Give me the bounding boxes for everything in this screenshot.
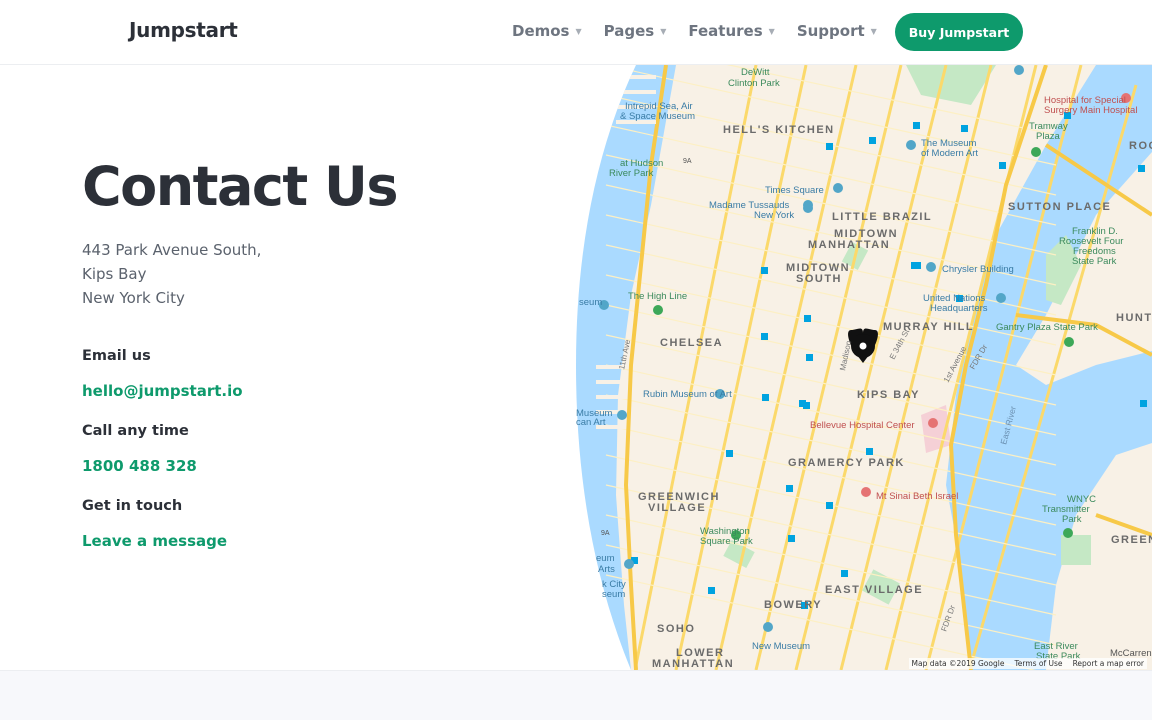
map-poi-label: seum: [602, 589, 625, 600]
terms-of-use-link[interactable]: Terms of Use: [1014, 659, 1062, 668]
map-poi-label: can Art: [576, 417, 606, 428]
map-label: MANHATTAN: [652, 658, 734, 670]
map-poi-label: Clinton Park: [728, 78, 780, 89]
nav-item-label: Features: [688, 22, 763, 40]
map-label: KIPS BAY: [857, 389, 920, 401]
footer-band: [0, 670, 1152, 720]
map-road-label: 9A: [601, 530, 610, 537]
map-poi-label: River Park: [609, 168, 654, 179]
map-poi-label: Times Square: [765, 185, 824, 196]
map-poi-label: Rubin Museum of Art: [643, 389, 732, 400]
phone-link[interactable]: 1800 488 328: [82, 457, 197, 475]
map-label: BOWERY: [764, 599, 822, 611]
map-label: MANHATTAN: [808, 239, 890, 251]
nav-item-demos[interactable]: Demos ▼: [512, 22, 582, 40]
map-poi-label: The High Line: [628, 291, 687, 302]
map-poi-label: New Museum: [752, 641, 810, 652]
map-poi-label: eum: [596, 553, 615, 564]
map-label: HELL'S KITCHEN: [723, 124, 835, 136]
park-area: [1061, 535, 1091, 565]
caret-down-icon: ▼: [660, 26, 667, 36]
report-map-error-link[interactable]: Report a map error: [1073, 659, 1144, 668]
nav-item-pages[interactable]: Pages ▼: [604, 22, 667, 40]
map-poi-label: DeWitt: [741, 67, 770, 78]
map-poi-label: Square Park: [700, 536, 753, 547]
map-poi-label: Arts: [598, 564, 615, 575]
map-poi-label: Bellevue Hospital Center: [810, 420, 915, 431]
email-link[interactable]: hello@jumpstart.io: [82, 382, 243, 400]
nav-item-label: Pages: [603, 22, 655, 40]
address-block: 443 Park Avenue South, Kips Bay New York…: [82, 238, 261, 310]
map-label: ROO: [1129, 140, 1152, 152]
main-nav: Demos ▼ Pages ▼ Features ▼ Support ▼: [512, 22, 899, 40]
address-line: Kips Bay: [82, 265, 147, 283]
nav-item-support[interactable]: Support ▼: [797, 22, 877, 40]
map-label: MURRAY HILL: [883, 321, 974, 333]
map-embed[interactable]: HELL'S KITCHEN LITTLE BRAZIL MIDTOWN MAN…: [576, 65, 1152, 670]
caret-down-icon: ▼: [870, 26, 877, 36]
map-poi-label: State Park: [1072, 256, 1117, 267]
map-poi-label: Mt Sinai Beth Israel: [876, 491, 958, 502]
page-title: Contact Us: [82, 155, 399, 218]
map-poi-label: Chrysler Building: [942, 264, 1014, 275]
map-poi-label: Gantry Plaza State Park: [996, 322, 1098, 333]
map-label: GRAMERCY PARK: [788, 457, 905, 469]
nav-item-label: Demos: [512, 22, 570, 40]
map-label: LITTLE BRAZIL: [832, 211, 932, 223]
map-poi-label: Plaza: [1036, 131, 1060, 142]
map-poi-label: of Modern Art: [921, 148, 978, 159]
buy-jumpstart-button[interactable]: Buy Jumpstart: [895, 13, 1023, 51]
map-poi-label: Headquarters: [930, 303, 988, 314]
map-label: CHELSEA: [660, 337, 723, 349]
map-poi-label: seum: [579, 297, 602, 308]
map-label: HUNT: [1116, 312, 1152, 324]
map-canvas[interactable]: HELL'S KITCHEN LITTLE BRAZIL MIDTOWN MAN…: [576, 65, 1152, 670]
call-label: Call any time: [82, 423, 189, 439]
brand-logo[interactable]: Jumpstart: [129, 18, 238, 42]
leave-message-link[interactable]: Leave a message: [82, 532, 227, 550]
map-attribution: Map data ©2019 Google Terms of Use Repor…: [908, 658, 1147, 669]
map-label: GREEN: [1111, 534, 1152, 546]
caret-down-icon: ▼: [575, 26, 582, 36]
nav-item-label: Support: [796, 22, 865, 40]
map-data-credit: Map data ©2019 Google: [911, 659, 1005, 668]
map-label: VILLAGE: [648, 502, 706, 514]
map-label: SUTTON PLACE: [1008, 201, 1111, 213]
map-label: EAST VILLAGE: [825, 584, 923, 596]
map-poi-label: New York: [754, 210, 794, 221]
map-label: SOHO: [657, 623, 695, 635]
touch-label: Get in touch: [82, 498, 183, 514]
email-label: Email us: [82, 348, 151, 364]
caret-down-icon: ▼: [768, 26, 775, 36]
address-line: New York City: [82, 289, 185, 307]
map-poi-label: & Space Museum: [620, 111, 695, 122]
site-header: Jumpstart Demos ▼ Pages ▼ Features ▼ Sup…: [0, 0, 1152, 65]
map-label: SOUTH: [796, 273, 842, 285]
nav-item-features[interactable]: Features ▼: [688, 22, 774, 40]
address-line: 443 Park Avenue South,: [82, 241, 262, 259]
map-road-label: 9A: [683, 158, 692, 165]
map-poi-label: Surgery Main Hospital: [1044, 105, 1137, 116]
map-poi-label: Park: [1062, 514, 1082, 525]
